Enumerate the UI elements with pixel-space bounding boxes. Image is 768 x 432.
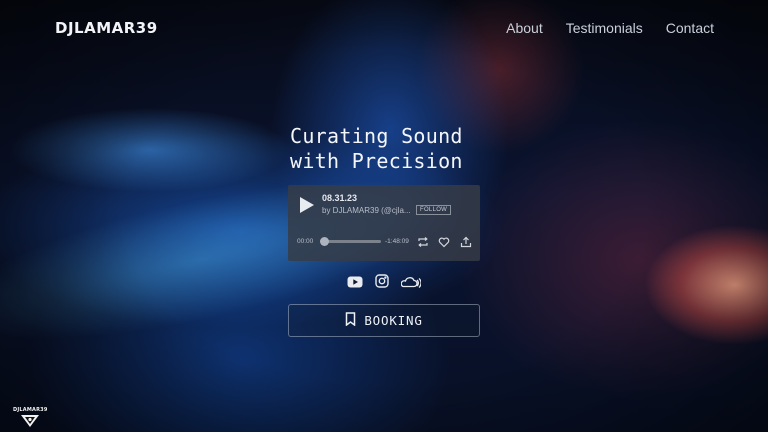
instagram-icon[interactable]	[375, 273, 389, 292]
track-title[interactable]: 08.31.23	[322, 193, 357, 203]
site-logo[interactable]: DJLAMAR39	[55, 19, 158, 37]
corner-badge-logo[interactable]: DJLAMAR39	[13, 407, 47, 432]
heart-icon[interactable]	[438, 235, 450, 248]
booking-button[interactable]: BOOKING	[288, 304, 480, 337]
nav-link-about[interactable]: About	[506, 20, 543, 36]
progress-knob[interactable]	[320, 237, 329, 246]
booking-label: BOOKING	[364, 313, 423, 328]
main-nav: About Testimonials Contact	[506, 20, 714, 36]
repeat-icon[interactable]	[417, 235, 429, 247]
badge-emblem-icon	[21, 415, 39, 427]
soundcloud-player: 08.31.23 by DJLAMAR39 (@cjla... FOLLOW 0…	[288, 185, 480, 261]
headline-line-2: with Precision	[290, 149, 463, 173]
play-icon[interactable]	[298, 195, 316, 215]
time-elapsed: 00:00	[297, 238, 314, 245]
badge-text: DJLAMAR39	[13, 407, 48, 413]
time-remaining: -1:48:09	[385, 238, 409, 245]
hero-headline: Curating Sound with Precision	[290, 124, 530, 174]
youtube-icon[interactable]	[347, 273, 363, 292]
social-links	[347, 273, 422, 292]
track-artist[interactable]: by DJLAMAR39 (@cjla...	[322, 206, 411, 215]
nav-link-testimonials[interactable]: Testimonials	[566, 20, 643, 36]
headline-line-1: Curating Sound	[290, 124, 463, 148]
share-icon[interactable]	[460, 235, 472, 248]
bookmark-icon	[345, 311, 356, 330]
follow-button[interactable]: FOLLOW	[416, 205, 452, 215]
nav-link-contact[interactable]: Contact	[666, 20, 714, 36]
soundcloud-icon[interactable]	[400, 273, 422, 292]
progress-bar[interactable]	[320, 237, 381, 246]
